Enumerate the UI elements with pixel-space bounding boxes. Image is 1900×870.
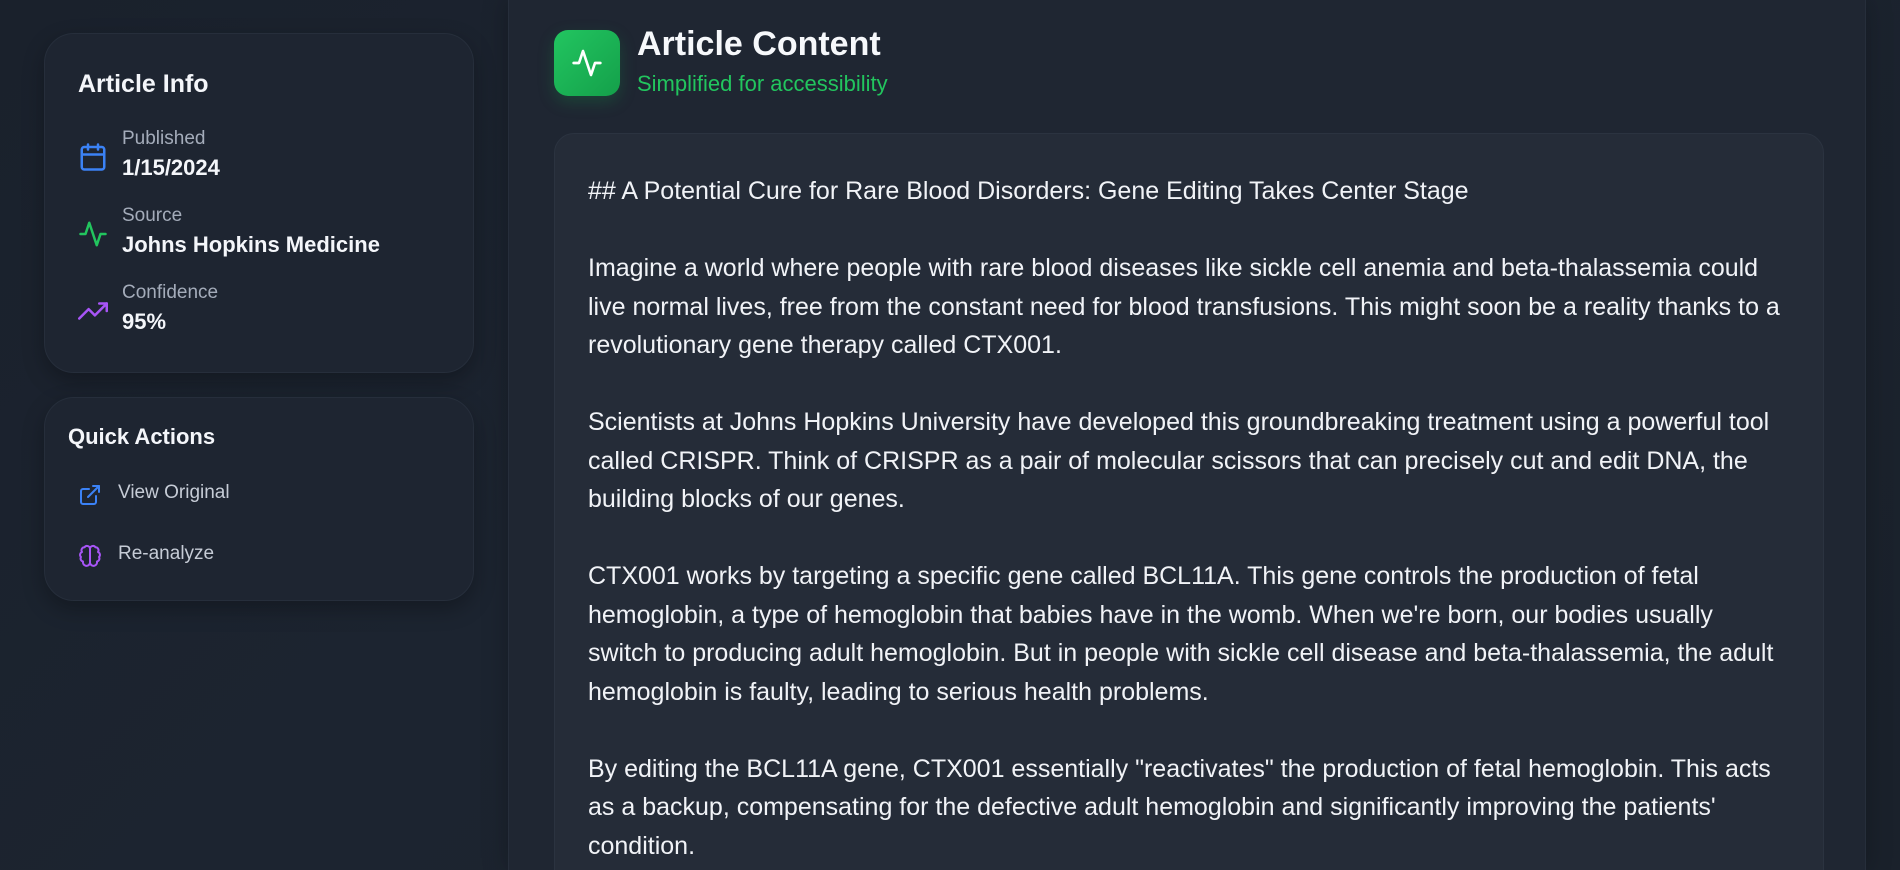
trending-up-icon — [78, 296, 108, 326]
article-content-box: ## A Potential Cure for Rare Blood Disor… — [554, 133, 1824, 870]
article-paragraph: Imagine a world where people with rare b… — [588, 254, 1780, 359]
activity-icon — [78, 219, 108, 249]
reanalyze-label: Re-analyze — [118, 543, 215, 564]
confidence-label: Confidence — [122, 282, 219, 303]
confidence-value: 95% — [122, 309, 167, 334]
article-info-card: Article Info Published 1/15/2024 Source — [44, 33, 474, 373]
info-row-published: Published 1/15/2024 — [78, 128, 458, 188]
sidebar: Article Info Published 1/15/2024 Source — [0, 0, 508, 870]
activity-icon — [554, 30, 620, 96]
view-original-label: View Original — [118, 482, 230, 503]
info-row-confidence: Confidence 95% — [78, 282, 458, 342]
main-panel: Article Content Simplified for accessibi… — [508, 0, 1866, 870]
quick-actions-title: Quick Actions — [68, 424, 216, 449]
external-link-icon — [78, 483, 102, 507]
article-text: ## A Potential Cure for Rare Blood Disor… — [588, 172, 1789, 865]
article-paragraph: By editing the BCL11A gene, CTX001 essen… — [588, 754, 1771, 860]
article-paragraph: CTX001 works by targeting a specific gen… — [588, 562, 1774, 706]
article-info-title: Article Info — [78, 70, 209, 98]
published-value: 1/15/2024 — [122, 155, 220, 180]
published-label: Published — [122, 128, 206, 149]
view-original-button[interactable]: View Original — [68, 472, 452, 516]
reanalyze-button[interactable]: Re-analyze — [68, 533, 452, 577]
article-heading: ## A Potential Cure for Rare Blood Disor… — [588, 177, 1469, 205]
calendar-icon — [78, 142, 108, 172]
article-paragraph: Scientists at Johns Hopkins University h… — [588, 408, 1770, 513]
brain-icon — [78, 544, 102, 568]
source-value: Johns Hopkins Medicine — [122, 232, 380, 257]
quick-actions-card: Quick Actions View Original Re-analyze — [44, 397, 474, 601]
page-title: Article Content — [637, 25, 881, 63]
page-subtitle: Simplified for accessibility — [637, 71, 888, 96]
info-row-source: Source Johns Hopkins Medicine — [78, 205, 458, 265]
source-label: Source — [122, 205, 183, 226]
